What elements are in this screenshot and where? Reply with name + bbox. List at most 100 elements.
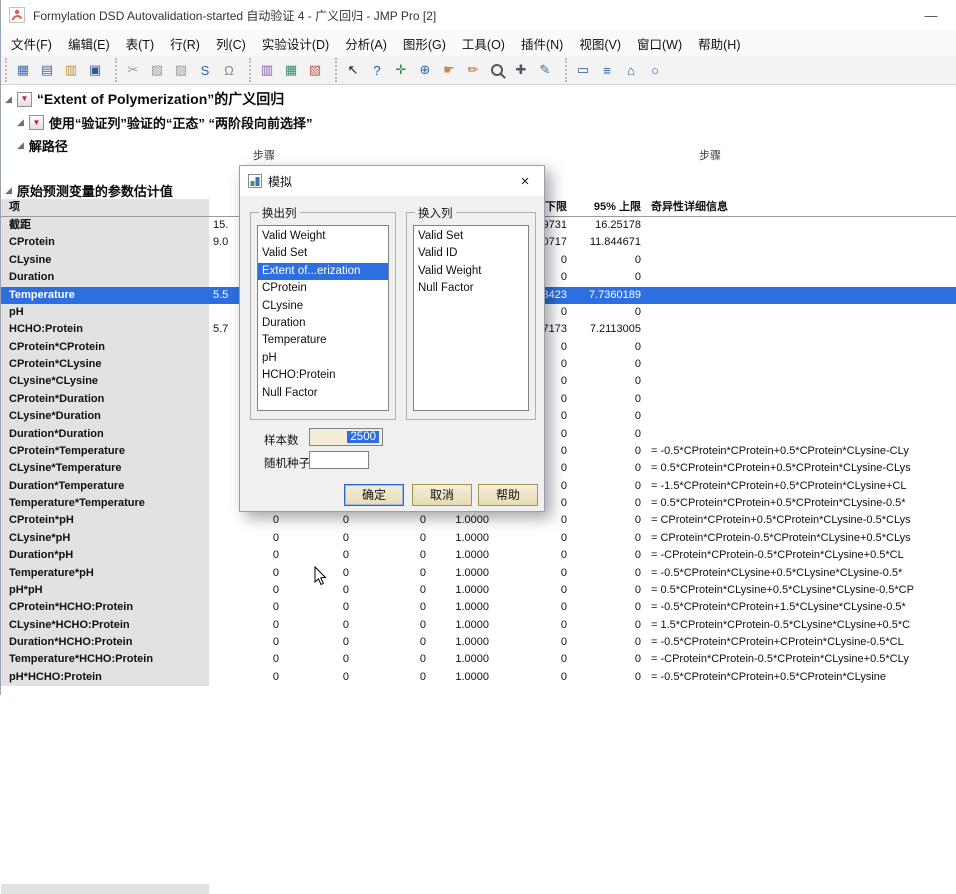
list-item[interactable]: Duration [258,315,388,332]
singularity-cell: = 0.5*CProtein*CProtein+0.5*CProtein*CLy… [651,462,911,475]
help-tool-icon[interactable]: ? [365,58,389,82]
menu-item-5[interactable]: 实验设计(D) [254,31,337,56]
move-tool-icon[interactable]: ✛ [389,58,413,82]
lock-icon[interactable]: Ω [217,58,241,82]
list-item[interactable]: Valid Set [414,228,528,245]
new-data-table-icon[interactable]: ▦ [11,58,35,82]
singularity-cell: = 0.5*CProtein*CLysine+0.5*CLysine*CLysi… [651,583,914,596]
disclosure-triangle-icon[interactable]: ◢ [17,118,24,127]
copy-icon[interactable]: ▧ [145,58,169,82]
app-window: { "window": { "title": "Formylation DSD … [0,0,956,894]
list-item[interactable]: Null Factor [414,280,528,297]
table-row[interactable]: pH*HCHO:Protein 0 0 0 1.0000 0 0 = -0.5*CProtei… [1,668,956,687]
table-row[interactable]: Temperature*pH 0 0 0 1.0000 0 0 = -0.5*CProtein… [1,564,956,582]
jmp-app-icon [9,7,25,23]
term-column-tail [1,884,209,894]
disclosure-triangle-icon[interactable]: ◢ [17,141,24,150]
list-item[interactable]: CLysine [258,298,388,315]
list-item[interactable]: CProtein [258,280,388,297]
window-title: Formylation DSD Autovalidation-started 自… [33,8,437,23]
disclosure-triangle-icon[interactable]: ◢ [5,186,12,195]
menu-item-11[interactable]: 窗口(W) [629,31,690,56]
menu-item-8[interactable]: 工具(O) [454,31,513,56]
pencil-icon[interactable]: ✎ [533,58,557,82]
upper-95-cell: 0 [634,514,641,527]
table-row[interactable]: Temperature*HCHO:Protein 0 0 0 1.0000 0 0 = -CP… [1,651,956,669]
menu-item-3[interactable]: 行(R) [162,31,208,56]
minimize-button[interactable]: — [914,8,948,23]
red-triangle-menu-icon[interactable]: ▼ [16,91,32,107]
list-item[interactable]: Valid ID [414,245,528,262]
copy-special-icon[interactable]: S [193,58,217,82]
arrow-cursor-icon[interactable]: ↖ [341,58,365,82]
save-icon[interactable]: ▣ [83,58,107,82]
switch-out-list[interactable]: Valid Weight Valid Set Extent of...erizati… [257,225,389,411]
mouse-cursor [314,566,327,586]
menu-item-10[interactable]: 视图(V) [571,31,629,56]
switch-in-list[interactable]: Valid Set Valid ID Valid Weight Null Factor [413,225,529,411]
ok-button[interactable]: 确定 [344,484,404,506]
menu-item-9[interactable]: 插件(N) [513,31,571,56]
sample-count-value: 2500 [347,431,379,443]
step-axis-label: 步骤 [699,150,721,162]
polygon-annotate-icon[interactable]: ⌂ [619,58,643,82]
menu-item-4[interactable]: 列(C) [208,31,254,56]
layout-icon[interactable]: ▦ [279,58,303,82]
help-button[interactable]: 帮助 [478,484,538,506]
menu-item-7[interactable]: 图形(G) [395,31,454,56]
list-item[interactable]: Extent of...erization [258,262,388,281]
oval-annotate-icon[interactable]: ○ [643,58,667,82]
table-row[interactable]: CProtein*HCHO:Protein 0 0 0 1.0000 0 0 = -0.5*C… [1,599,956,617]
list-item[interactable]: Null Factor [258,385,388,402]
menu-item-12[interactable]: 帮助(H) [690,31,748,56]
step-axis-label: 步骤 [253,150,275,162]
toolbar-group: ↖? ✛ ⊕ ☛ ✏ ✚ ✎ [335,58,561,82]
singularity-cell: = -0.5*CProtein*CLysine+0.5*CLysine*CLys… [651,566,903,579]
menu-item-1[interactable]: 编辑(E) [60,31,118,56]
singularity-cell: = -0.5*CProtein*CProtein+CProtein*CLysin… [651,636,904,648]
list-item[interactable]: Valid Weight [258,228,388,245]
random-seed-input[interactable] [309,451,369,469]
red-triangle-menu-icon[interactable]: ▼ [28,115,44,130]
open-icon[interactable]: ▥ [59,58,83,82]
cancel-button[interactable]: 取消 [412,484,472,506]
plus-icon[interactable]: ✚ [509,58,533,82]
sample-count-input[interactable]: 2500 [309,428,383,446]
cut-icon[interactable]: ✂ [121,58,145,82]
table-row[interactable]: CLysine*pH 0 0 0 1.0000 0 0 = CProtein*CProtein… [1,529,956,548]
grabber-hand-icon[interactable]: ☛ [437,58,461,82]
disclosure-triangle-icon[interactable]: ◢ [5,94,12,104]
list-item[interactable]: Valid Set [258,245,388,262]
menu-item-2[interactable]: 表(T) [118,31,162,56]
table-row[interactable]: CLysine*HCHO:Protein 0 0 0 1.0000 0 0 = 1.5*CPr… [1,616,956,634]
close-icon[interactable]: × [514,173,536,190]
paste-icon[interactable]: ▨ [169,58,193,82]
outline-node-validation: ◢ ▼ 使用“验证列”验证的“正态” “两阶段向前选择” [17,113,313,132]
outline-node-solution-path: ◢ 解路径 [17,136,68,155]
simulate-dialog: 模拟 × 换出列 Valid Weight Valid Set Extent of.… [239,165,545,512]
singularity-cell: = -0.5*CProtein*CProtein+0.5*CProtein*CL… [651,444,909,457]
journal-icon[interactable]: ▥ [255,58,279,82]
list-item[interactable]: HCHO:Protein [258,367,388,384]
globe-icon[interactable]: ⊕ [413,58,437,82]
table-row[interactable]: Duration*pH 0 0 0 1.0000 0 0 = -CProtein*CProte… [1,547,956,565]
new-journal-icon[interactable]: ▤ [35,58,59,82]
lines-annotate-icon[interactable]: ≡ [595,58,619,82]
brush-icon[interactable]: ✏ [461,58,485,82]
column-header-singularity[interactable]: 奇异性详细信息 [651,199,728,216]
list-item[interactable]: Valid Weight [414,263,528,280]
menu-item-0[interactable]: 文件(F) [3,31,60,56]
table-row[interactable]: Duration*HCHO:Protein 0 0 0 1.0000 0 0 = -0.5*C… [1,634,956,652]
table-row[interactable]: pH*pH 0 0 0 1.0000 0 0 = 0.5*CProtein*CLysine+0… [1,581,956,600]
graph-builder-icon[interactable]: ▧ [303,58,327,82]
dialog-title: 模拟 [268,174,293,189]
rectangle-annotate-icon[interactable]: ▭ [571,58,595,82]
magnifier-icon[interactable] [485,58,509,82]
upper-95-cell: 0 [634,618,641,631]
toolbar-group: ▭ ≡ ⌂ ○ [565,58,671,82]
menu-item-6[interactable]: 分析(A) [337,31,395,56]
list-item[interactable]: Temperature [258,332,388,349]
singularity-cell: = -CProtein*CProtein-0.5*CProtein*CLysin… [651,549,904,562]
list-item[interactable]: pH [258,350,388,367]
table-row[interactable]: CProtein*pH 0 0 0 1.0000 0 0 = CProtein*CProtei… [1,512,956,530]
